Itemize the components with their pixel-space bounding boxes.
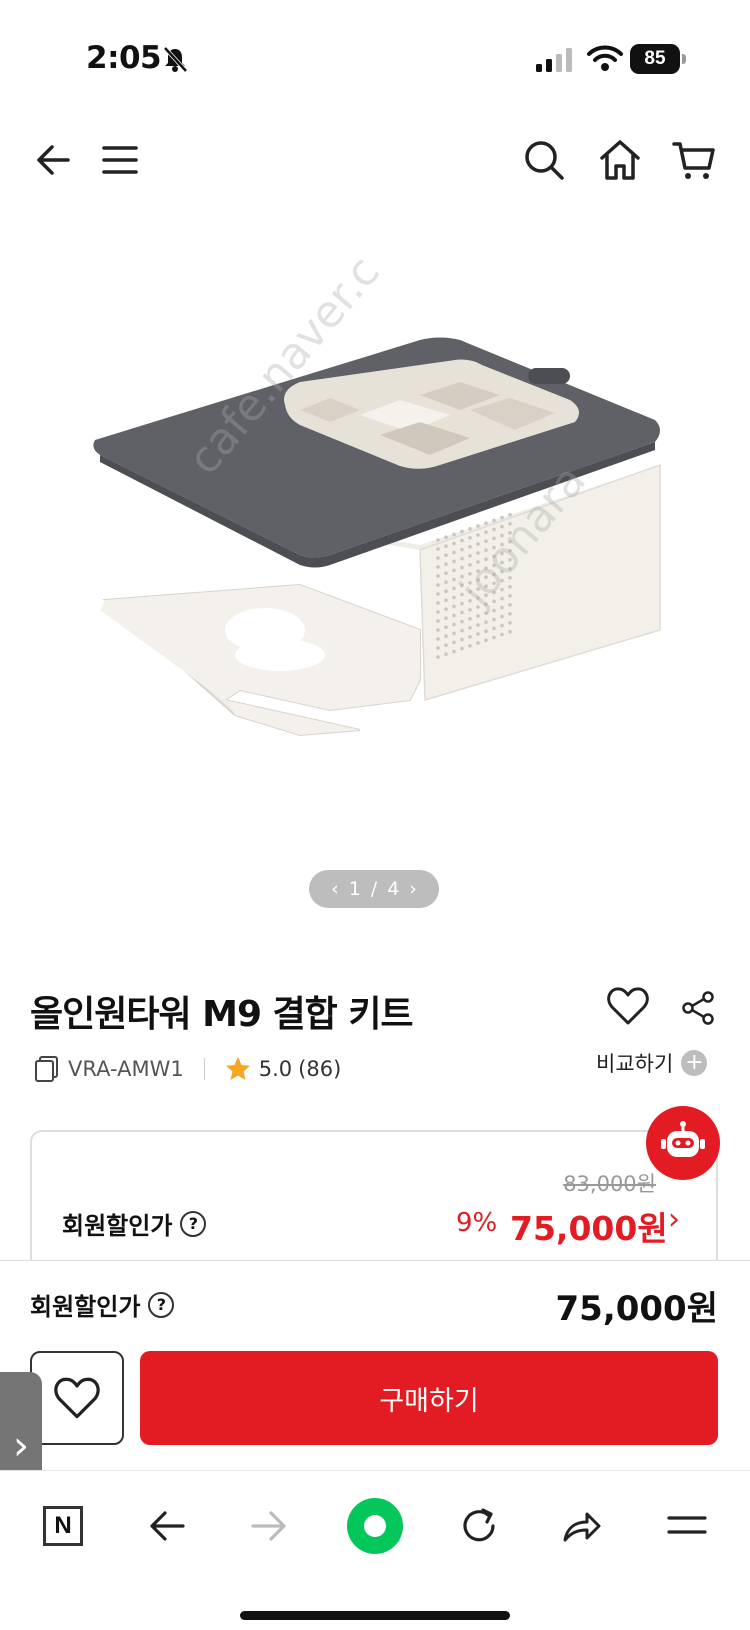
battery-icon: 85 [630,44,686,74]
panel-member-text: 회원할인가 [30,1293,141,1321]
bell-off-icon [163,46,188,73]
help-icon[interactable]: ? [180,1210,207,1237]
back-arrow-icon [37,145,70,175]
sale-price: 75,000원 [510,1209,668,1248]
compare-button[interactable]: 비교하기 + [596,1048,708,1078]
back-button[interactable] [24,120,84,200]
rating-value: 5.0 [258,1057,293,1081]
browser-menu-button[interactable] [652,1491,722,1561]
status-time: 2:05 [86,40,162,76]
product-image[interactable]: cafe.naver.c joonara [0,210,750,890]
naver-home-button[interactable]: N [28,1491,98,1561]
robot-icon [661,1121,705,1157]
discount-rate: 9% [456,1208,498,1238]
search-button[interactable] [514,120,574,200]
purchase-panel: 회원할인가 ? 75,000원 구매하기 [0,1260,750,1470]
back-arrow-icon [150,1511,185,1541]
home-icon [600,140,640,180]
chevron-right-icon: › [13,1423,29,1469]
star-icon [225,1057,250,1080]
member-price-label: 회원할인가 ? [62,1206,207,1241]
share-icon[interactable] [680,990,716,1026]
buy-button[interactable]: 구매하기 [140,1351,718,1445]
menu-button[interactable] [90,120,150,200]
chatbot-button[interactable] [646,1106,720,1180]
product-title: 올인원타워 M9 결합 키트 [30,994,414,1035]
battery-level: 85 [630,44,680,74]
share-button[interactable] [546,1491,616,1561]
naver-n-icon: N [43,1506,83,1546]
original-price: 83,000원 [563,1172,656,1196]
review-count[interactable]: (86) [298,1057,341,1081]
compare-label: 비교하기 [596,1052,674,1076]
refresh-button[interactable] [444,1491,514,1561]
home-indicator [240,1611,510,1620]
forward-arrow-icon [251,1511,286,1541]
copy-icon[interactable] [34,1055,60,1083]
product-meta: VRA-AMW1 5.0 (86) [34,1055,341,1083]
share-arrow-icon [563,1512,601,1542]
pager-current: 1 [348,878,361,900]
model-number: VRA-AMW1 [68,1057,184,1081]
wishlist-button[interactable] [30,1351,124,1445]
image-pager[interactable]: ‹ 1 / 4 › [309,870,439,908]
panel-price: 75,000원 [555,1289,718,1329]
status-bar: 2:05 85 [0,0,750,110]
search-icon [525,141,564,180]
help-icon[interactable]: ? [148,1291,175,1318]
product-illustration [93,337,661,737]
heart-icon [54,1377,100,1419]
plus-icon: + [681,1050,708,1076]
pager-prev-icon[interactable]: ‹ [331,878,339,900]
cart-button[interactable] [664,120,724,200]
heart-icon[interactable] [606,985,650,1027]
divider [203,1058,205,1080]
browser-toolbar: N [0,1470,750,1630]
member-label-text: 회원할인가 [62,1212,173,1240]
panel-member-label: 회원할인가 ? [30,1287,175,1322]
signal-icon [536,48,572,72]
menu-icon [102,146,138,174]
browser-back-button[interactable] [132,1491,202,1561]
wifi-icon [587,45,623,71]
refresh-icon [463,1508,495,1542]
pager-total: 4 [387,878,400,900]
pager-next-icon[interactable]: › [409,878,417,900]
cart-icon [672,142,715,179]
pager-separator: / [370,878,378,900]
price-box: 83,000원 회원할인가 ? 9% 75,000원 › [30,1130,718,1270]
home-button[interactable] [590,120,650,200]
chevron-right-icon[interactable]: › [668,1202,680,1237]
top-nav [0,120,750,200]
browser-forward-button[interactable] [234,1491,304,1561]
green-dot-button[interactable] [340,1491,410,1561]
green-circle-icon [347,1498,403,1554]
menu-icon [667,1516,707,1534]
